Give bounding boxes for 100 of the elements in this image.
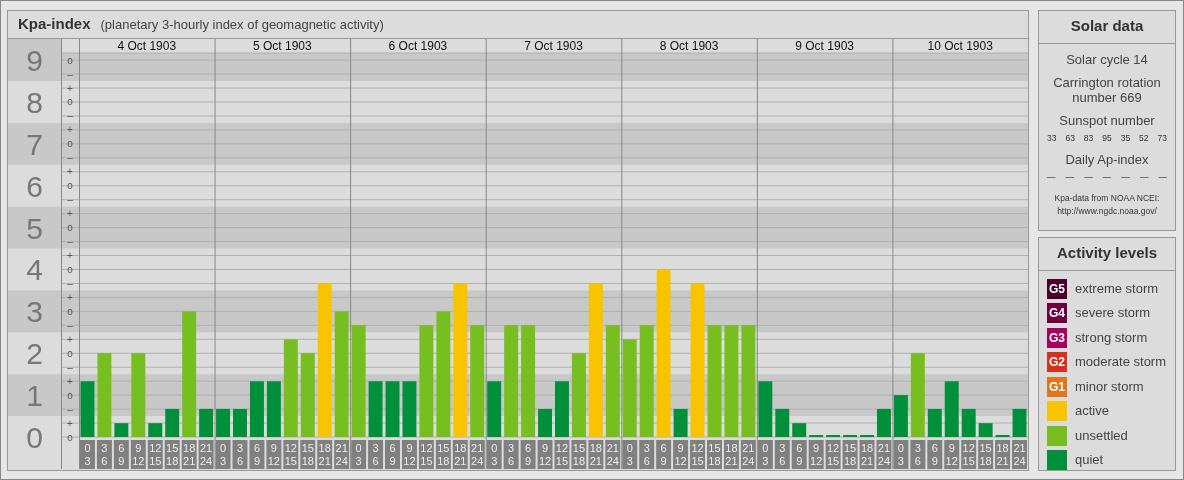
scale-mark: – [67,152,73,164]
date-label: 7 Oct 1903 [524,39,583,53]
scale-mark: – [67,236,73,248]
time-label: 15 18 [571,440,587,469]
scale-mark: o [67,180,73,192]
ap-index-value: — [1158,171,1167,184]
solar-cycle-text: Solar cycle 14 [1066,51,1148,67]
scale-mark: – [67,68,73,80]
scale-mark: o [67,431,73,443]
time-label: 21 24 [334,440,350,469]
scale-mark: – [67,194,73,206]
date-label: 5 Oct 1903 [253,39,312,53]
time-label: 18 21 [588,440,604,469]
time-label: 18 21 [317,440,333,469]
x-tick-label: 3 6 [508,442,515,467]
scale-mark: – [67,403,73,415]
sunspot-value: 33 [1047,131,1057,145]
source-text: Kpa-data from NOAA NCEI: [1054,192,1160,205]
scale-mark: + [67,124,73,136]
legend-swatch: G5 [1047,278,1067,299]
x-tick-label: 0 3 [84,442,91,467]
time-label: 21 24 [876,440,892,469]
date-label: 6 Oct 1903 [388,39,448,53]
x-tick-label: 0 3 [355,442,362,467]
ap-index-value: — [1084,171,1093,184]
axis-label: 2 [26,337,43,371]
time-label: 9 12 [673,440,689,469]
time-label: 21 24 [605,440,621,469]
ap-index-value: — [1065,171,1075,184]
source-text: http://www.ngdc.noaa.gov/ [1057,204,1157,218]
legend-label: severe storm [1075,304,1151,323]
legend-label: active [1075,402,1109,421]
time-label: 12 15 [690,440,705,469]
time-label: 18 21 [995,440,1011,469]
legend-swatch: G3 [1047,327,1067,348]
legend-label: moderate storm [1075,353,1167,372]
scale-mark: o [67,222,73,234]
panel-title: Solar data [1039,11,1175,44]
x-tick-label: 6 9 [253,442,260,467]
scale-mark: o [67,264,73,275]
date-label: 8 Oct 1903 [659,39,719,53]
legend-swatch: G2 [1047,352,1067,372]
sunspot-value: 35 [1120,131,1131,145]
x-tick-label: 6 9 [660,442,667,467]
legend-label: extreme storm [1075,279,1159,298]
time-label: 0 3 [893,440,909,469]
ap-index-label: Daily Ap-index [1064,152,1150,168]
sunspot-value: 83 [1083,131,1094,145]
sunspot-value: 95 [1102,131,1112,145]
time-label: 9 12 [266,440,282,469]
scale-mark: + [67,333,73,345]
x-tick-label: 6 9 [796,442,803,467]
legend-swatch: G1 [1047,376,1067,397]
time-label: 15 18 [978,440,994,469]
scale-mark: o [67,138,73,150]
sunspot-value: 52 [1139,131,1149,145]
scale-mark: + [67,417,73,429]
time-label: 6 9 [927,440,943,469]
x-tick-label: 3 6 [236,442,244,467]
axis-label: 1 [26,379,43,413]
time-label: 0 3 [622,440,638,469]
x-tick-label: 0 3 [491,442,498,467]
time-label: 9 12 [944,440,960,469]
ap-index-value: — [1139,171,1149,184]
panel-title: Activity levels [1039,238,1175,271]
scale-mark: o [67,96,73,108]
legend-swatch: G4 [1047,303,1067,323]
axis-label: 4 [26,253,43,287]
axis-label: 0 [26,421,43,454]
sunspot-label: Sunspot number [1058,112,1156,128]
carrington-text: Carrington rotation number 669 [1052,74,1162,105]
scale-mark: + [67,291,73,303]
time-label: 12 15 [961,440,977,469]
x-tick-label: 3 6 [643,442,650,467]
x-tick-label: 0 3 [897,442,904,467]
x-tick-label: 3 6 [101,442,108,467]
axis-label: 9 [26,44,43,78]
axis-label: 8 [26,86,43,119]
x-tick-label: 6 9 [525,442,532,467]
time-label: 3 6 [368,440,384,469]
date-label: 10 Oct 1903 [927,39,993,53]
time-label: 6 9 [249,440,265,469]
date-label: 4 Oct 1903 [117,39,177,53]
time-label: 21 24 [1012,440,1027,469]
x-tick-label: 0 3 [762,442,769,467]
x-tick-label: 0 3 [626,442,633,467]
scale-mark: o [67,305,73,317]
time-label: 15 18 [300,440,316,469]
axis-label: 7 [26,127,43,161]
ap-index-value: — [1102,171,1112,184]
x-tick-label: 6 9 [389,442,396,467]
legend-label: strong storm [1075,328,1148,347]
x-tick-label: 3 6 [372,442,379,467]
scale-mark: o [67,54,73,66]
date-label: 9 Oct 1903 [795,39,854,53]
sunspot-value: 63 [1065,131,1075,145]
scale-mark: o [67,389,73,401]
ap-index-value: — [1121,171,1130,184]
scale-mark: – [67,110,73,122]
scale-mark: + [67,375,73,387]
